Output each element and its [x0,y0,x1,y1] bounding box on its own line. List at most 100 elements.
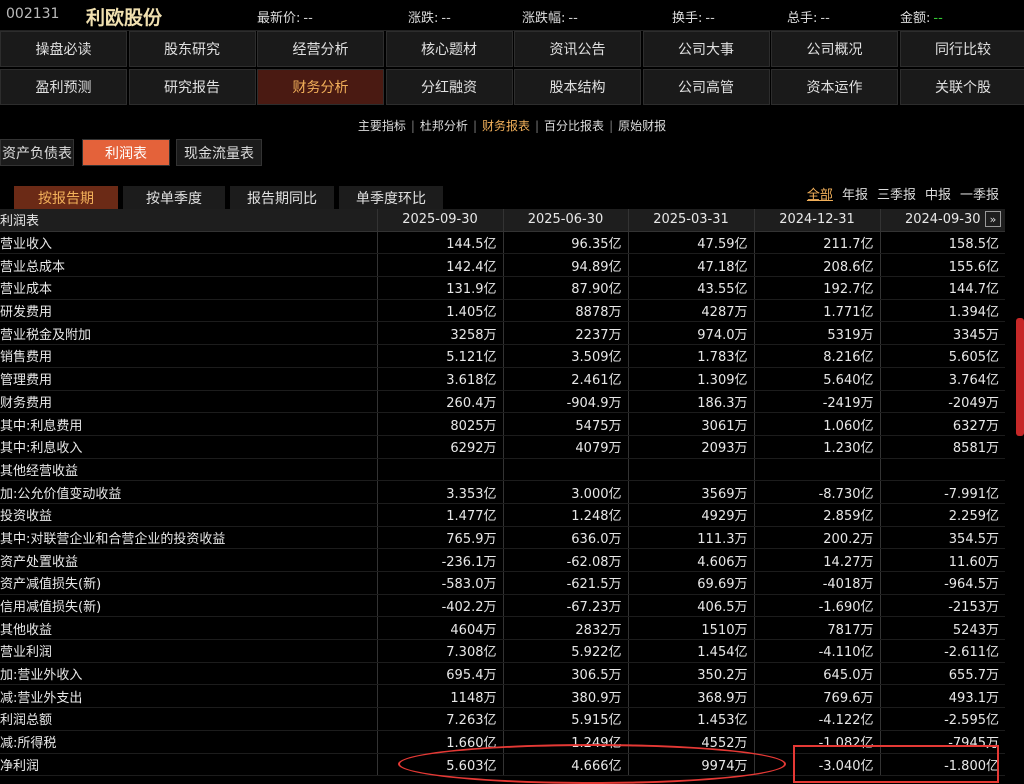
value-cell: 1.230亿 [754,435,880,458]
value-cell: 260.4万 [377,390,503,413]
value-cell: -904.9万 [503,390,628,413]
filter-option[interactable]: 年报 [842,188,868,203]
value-cell: 636.0万 [503,526,628,549]
subnav-link[interactable]: 原始财报 [618,119,666,133]
nav-item[interactable]: 股东研究 [129,31,256,67]
value-cell: -7.991亿 [880,481,1005,504]
quote-value: -- [933,11,942,26]
nav-item[interactable]: 核心题材 [386,31,513,67]
value-cell: 200.2万 [754,526,880,549]
value-cell: -4.110亿 [754,640,880,663]
value-cell: 94.89亿 [503,254,628,277]
nav-item[interactable]: 操盘必读 [0,31,127,67]
table-row: 营业收入144.5亿96.35亿47.59亿211.7亿158.5亿 [0,231,1005,254]
row-label: 投资收益 [0,503,377,526]
value-cell: 6292万 [377,435,503,458]
value-cell: 3.618亿 [377,367,503,390]
value-cell: 2832万 [503,617,628,640]
value-cell: 2.859亿 [754,503,880,526]
nav-item[interactable]: 同行比较 [900,31,1024,67]
value-cell: -67.23万 [503,594,628,617]
value-cell [628,458,754,481]
value-cell: -236.1万 [377,549,503,572]
nav-item[interactable]: 盈利预测 [0,69,127,105]
income-statement-table: 利润表2025-09-302025-06-302025-03-312024-12… [0,209,1005,776]
table-row: 加:公允价值变动收益3.353亿3.000亿3569万-8.730亿-7.991… [0,481,1005,504]
value-cell: 1.394亿 [880,299,1005,322]
period-tab[interactable]: 报告期同比 [230,186,334,210]
nav-item[interactable]: 股本结构 [514,69,641,105]
table-row: 销售费用5.121亿3.509亿1.783亿8.216亿5.605亿 [0,345,1005,368]
row-label: 减:营业外支出 [0,685,377,708]
nav-item[interactable]: 经营分析 [257,31,384,67]
nav-item[interactable]: 财务分析 [257,69,384,105]
value-cell: -964.5万 [880,572,1005,595]
value-cell: -583.0万 [377,572,503,595]
row-label: 其他收益 [0,617,377,640]
value-cell: 2.461亿 [503,367,628,390]
nav-item[interactable]: 公司大事 [643,31,770,67]
value-cell: 1510万 [628,617,754,640]
value-cell: 7.263亿 [377,708,503,731]
value-cell: -621.5万 [503,572,628,595]
stock-code: 002131 [6,6,59,22]
value-cell: 5.640亿 [754,367,880,390]
subnav-link[interactable]: 百分比报表 [544,119,604,133]
value-cell: 111.3万 [628,526,754,549]
value-cell: -1.690亿 [754,594,880,617]
filter-option[interactable]: 三季报 [877,188,916,203]
period-tab[interactable]: 单季度环比 [339,186,443,210]
nav-item[interactable]: 研究报告 [129,69,256,105]
value-cell: 3.764亿 [880,367,1005,390]
nav-item[interactable]: 分红融资 [386,69,513,105]
quote-label: 最新价: [257,11,300,26]
table-row: 营业成本131.9亿87.90亿43.55亿192.7亿144.7亿 [0,277,1005,300]
table-row: 资产减值损失(新)-583.0万-621.5万69.69万-4018万-964.… [0,572,1005,595]
value-cell: 3569万 [628,481,754,504]
statement-tab[interactable]: 利润表 [82,139,170,166]
row-label: 资产减值损失(新) [0,572,377,595]
subnav-link[interactable]: 杜邦分析 [420,119,468,133]
nav-item[interactable]: 公司概况 [771,31,898,67]
value-cell: -4.122亿 [754,708,880,731]
scrollbar[interactable] [1016,318,1024,436]
statement-tab[interactable]: 资产负债表 [0,139,74,166]
value-cell: 2237万 [503,322,628,345]
filter-option[interactable]: 中报 [925,188,951,203]
value-cell: 158.5亿 [880,231,1005,254]
expand-columns-button[interactable]: » [985,211,1001,227]
value-cell: 8025万 [377,413,503,436]
nav-item[interactable]: 公司高管 [643,69,770,105]
statement-tab[interactable]: 现金流量表 [176,139,262,166]
column-header[interactable]: 2025-03-31 [628,209,754,231]
table-row: 其中:对联营企业和合营企业的投资收益765.9万636.0万111.3万200.… [0,526,1005,549]
row-label: 营业利润 [0,640,377,663]
highlight-ellipse [398,744,786,784]
nav-item[interactable]: 资讯公告 [514,31,641,67]
period-tab[interactable]: 按单季度 [123,186,225,210]
row-label: 加:营业外收入 [0,662,377,685]
column-header[interactable]: 2025-06-30 [503,209,628,231]
value-cell: 4079万 [503,435,628,458]
quote-value: -- [568,11,577,26]
subnav-link[interactable]: 财务报表 [482,119,530,133]
filter-option[interactable]: 全部 [807,188,833,203]
period-tab[interactable]: 按报告期 [14,186,118,210]
value-cell [880,458,1005,481]
column-header[interactable]: 2024-12-31 [754,209,880,231]
value-cell: 155.6亿 [880,254,1005,277]
nav-item[interactable]: 资本运作 [771,69,898,105]
value-cell: 645.0万 [754,662,880,685]
subnav-link[interactable]: 主要指标 [358,119,406,133]
nav-row-1: 操盘必读股东研究经营分析核心题材资讯公告公司大事公司概况同行比较 [0,31,1024,67]
column-header[interactable]: 2025-09-30 [377,209,503,231]
value-cell: 96.35亿 [503,231,628,254]
value-cell: 144.5亿 [377,231,503,254]
quote-header: 002131 利欧股份 最新价:--涨跌:--涨跌幅:--换手:--总手:--金… [0,0,1024,31]
nav-item[interactable]: 关联个股 [900,69,1024,105]
value-cell: 4604万 [377,617,503,640]
filter-option[interactable]: 一季报 [960,188,999,203]
value-cell: 655.7万 [880,662,1005,685]
value-cell: 87.90亿 [503,277,628,300]
value-cell: 1.783亿 [628,345,754,368]
